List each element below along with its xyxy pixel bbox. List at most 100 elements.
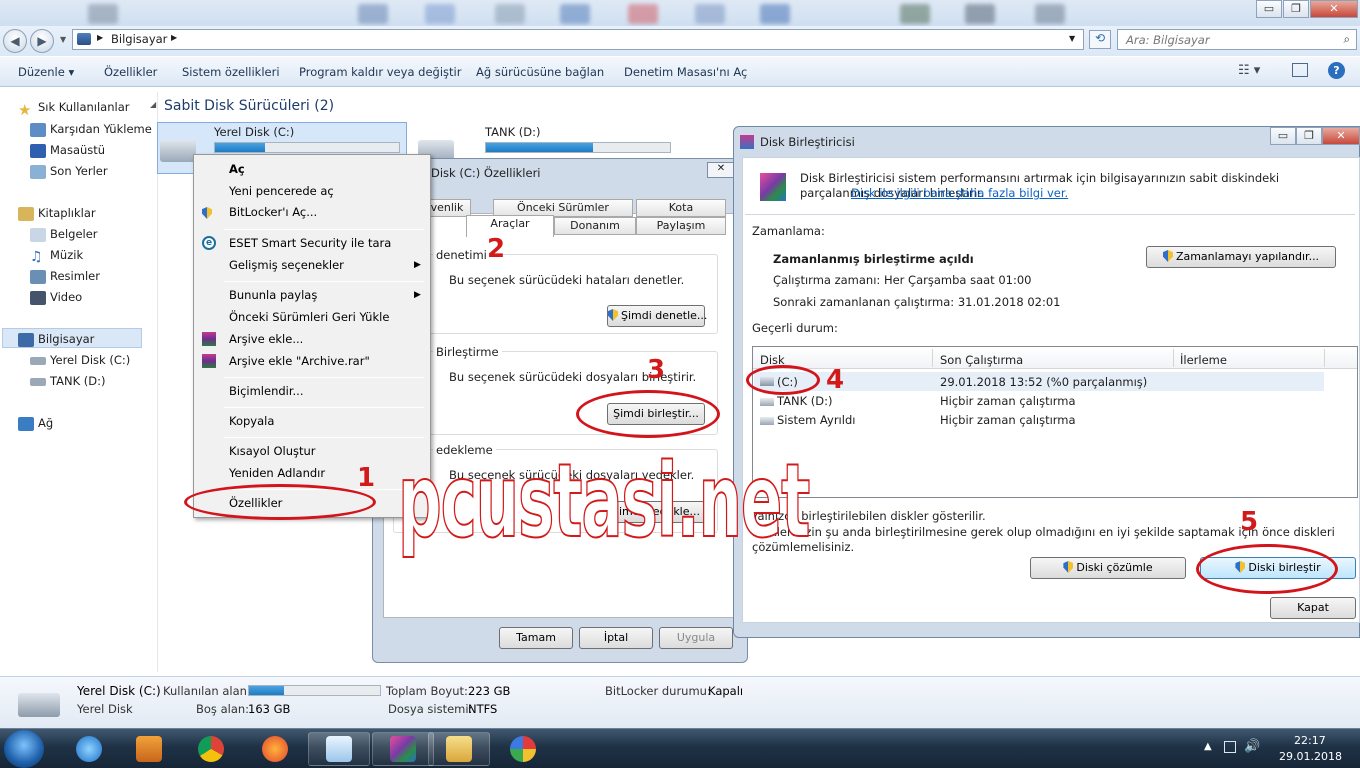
tab-tools[interactable]: Araçlar [466,215,554,237]
taskbar-explorer[interactable] [428,732,490,766]
context-menu: Aç Yeni pencerede aç BitLocker'ı Aç... e… [193,154,431,518]
start-button[interactable] [4,730,44,768]
details-fs-label: Dosya sistemi: [388,702,473,716]
properties-close-button[interactable]: ✕ [707,162,735,178]
menu-eset-scan[interactable]: ESET Smart Security ile tara [229,236,391,250]
search-icon[interactable]: ⌕ [1344,32,1350,47]
collapse-icon[interactable]: ◢ [150,100,156,109]
back-button[interactable]: ◀ [3,29,27,53]
nav-recent[interactable]: Son Yerler [30,164,108,179]
taskbar: ▲ 🔊 22:17 29.01.2018 [0,728,1360,768]
nav-favorites[interactable]: ★ Sık Kullanılanlar [18,100,130,119]
chevron-down-icon[interactable]: ▼ [1069,34,1075,43]
firefox-icon [262,736,288,762]
taskbar-firefox[interactable] [244,732,306,766]
menu-format[interactable]: Biçimlendir... [229,384,304,398]
menu-bitlocker[interactable]: BitLocker'ı Aç... [229,205,317,219]
menu-copy[interactable]: Kopyala [229,414,274,428]
menu-restore-previous[interactable]: Önceki Sürümleri Geri Yükle [229,310,389,324]
refresh-icon[interactable]: ⟲ [1089,30,1111,49]
taskbar-chrome[interactable] [180,732,242,766]
note-eligible: Yalnızca birleştirilebilen diskler göste… [752,509,986,523]
nav-pictures[interactable]: Resimler [30,269,100,284]
drive-c-title[interactable]: Yerel Disk (C:) [214,125,294,139]
backup-now-button[interactable]: Şimdi yedekle... [607,501,705,523]
minimize-button[interactable]: ▭ [1256,0,1282,18]
nav-downloads[interactable]: Karşıdan Yükleme [30,122,152,137]
blurred-icon [628,4,658,24]
menu-add-archive[interactable]: Arşive ekle... [229,332,303,346]
nav-drive-c[interactable]: Yerel Disk (C:) [30,353,130,367]
close-button[interactable]: ✕ [1310,0,1358,18]
close-defrag-button[interactable]: Kapat [1270,597,1356,619]
clock-date[interactable]: 29.01.2018 [1279,750,1342,763]
view-options-icon[interactable]: ☷ ▾ [1238,63,1260,78]
taskbar-notepad[interactable] [308,732,370,766]
nav-label: Kitaplıklar [38,206,96,220]
taskbar-defrag[interactable] [372,732,434,766]
chevron-right-icon[interactable]: ▶ [171,33,177,42]
network-tray-icon[interactable] [1224,741,1236,753]
help-icon[interactable]: ? [1328,62,1345,79]
winrar-icon [202,332,216,346]
volume-icon[interactable]: 🔊 [1244,739,1260,754]
control-panel-button[interactable]: Denetim Masası'nı Aç [624,65,747,79]
nav-video[interactable]: Video [30,290,82,305]
shield-icon [1063,561,1074,573]
search-input[interactable]: Ara: Bilgisayar ⌕ [1117,29,1357,50]
nav-music[interactable]: ♫ Müzik [30,248,83,265]
column-progress[interactable]: İlerleme [1180,353,1227,367]
check-now-button[interactable]: Şimdi denetle... [607,305,707,327]
nav-computer[interactable]: Bilgisayar [18,332,94,347]
tab-quota[interactable]: Kota [636,199,726,217]
column-last-run[interactable]: Son Çalıştırma [940,353,1023,367]
chevron-right-icon[interactable]: ▶ [97,33,103,42]
ok-button[interactable]: Tamam [499,627,573,649]
drive-d-title[interactable]: TANK (D:) [485,125,541,139]
tab-sharing[interactable]: Paylaşım [636,217,726,235]
properties-button[interactable]: Özellikler [104,65,157,79]
apply-button[interactable]: Uygula [659,627,733,649]
defrag-close-button[interactable]: ✕ [1322,127,1360,145]
row-disk[interactable]: Sistem Ayrıldı [777,413,855,427]
clock-time[interactable]: 22:17 [1294,734,1326,747]
menu-rename[interactable]: Yeniden Adlandır [229,466,325,480]
menu-share-with[interactable]: Bununla paylaş [229,288,317,302]
nav-drive-d[interactable]: TANK (D:) [30,374,106,388]
learn-more-link[interactable]: Disk ile ilgili bana daha fazla bilgi ve… [851,186,1068,200]
maximize-button[interactable]: ❐ [1283,0,1309,18]
menu-open[interactable]: Aç [229,162,245,176]
organize-button[interactable]: Düzenle ▾ [18,65,74,79]
configure-schedule-button[interactable]: Zamanlamayı yapılandır... [1146,246,1336,268]
preview-pane-icon[interactable] [1292,63,1308,77]
tab-hardware[interactable]: Donanım [554,217,636,235]
address-path[interactable]: Bilgisayar [111,32,167,46]
defrag-maximize-button[interactable]: ❐ [1296,127,1322,145]
nav-desktop[interactable]: Masaüstü [30,143,105,158]
menu-advanced-options[interactable]: Gelişmiş seçenekler [229,258,344,272]
row-disk[interactable]: TANK (D:) [777,394,833,408]
history-dropdown-icon[interactable]: ▼ [60,35,66,44]
analyze-disk-button[interactable]: Diski çözümle [1030,557,1186,579]
map-drive-button[interactable]: Ağ sürücüsüne bağlan [476,65,604,79]
defrag-minimize-button[interactable]: ▭ [1270,127,1296,145]
show-hidden-icons-icon[interactable]: ▲ [1204,741,1212,752]
system-properties-button[interactable]: Sistem özellikleri [182,65,280,79]
uninstall-button[interactable]: Program kaldır veya değiştir [299,65,461,79]
menu-create-shortcut[interactable]: Kısayol Oluştur [229,444,316,458]
details-free-label: Boş alan: [196,702,250,716]
taskbar-ie[interactable] [58,732,120,766]
menu-add-archive-rar[interactable]: Arşive ekle "Archive.rar" [229,354,370,368]
address-bar[interactable]: ▶ Bilgisayar ▶ ▼ [72,29,1084,50]
nav-documents[interactable]: Belgeler [30,227,98,242]
forward-button[interactable]: ▶ [30,29,54,53]
nav-libraries[interactable]: Kitaplıklar [18,206,96,221]
menu-separator [224,377,424,378]
taskbar-paint[interactable] [492,732,554,766]
taskbar-media[interactable] [118,732,180,766]
cancel-button[interactable]: İptal [579,627,653,649]
drive-c-icon [160,140,196,162]
nav-network[interactable]: Ağ [18,416,53,431]
video-icon [30,290,46,305]
menu-open-new-window[interactable]: Yeni pencerede aç [229,184,334,198]
